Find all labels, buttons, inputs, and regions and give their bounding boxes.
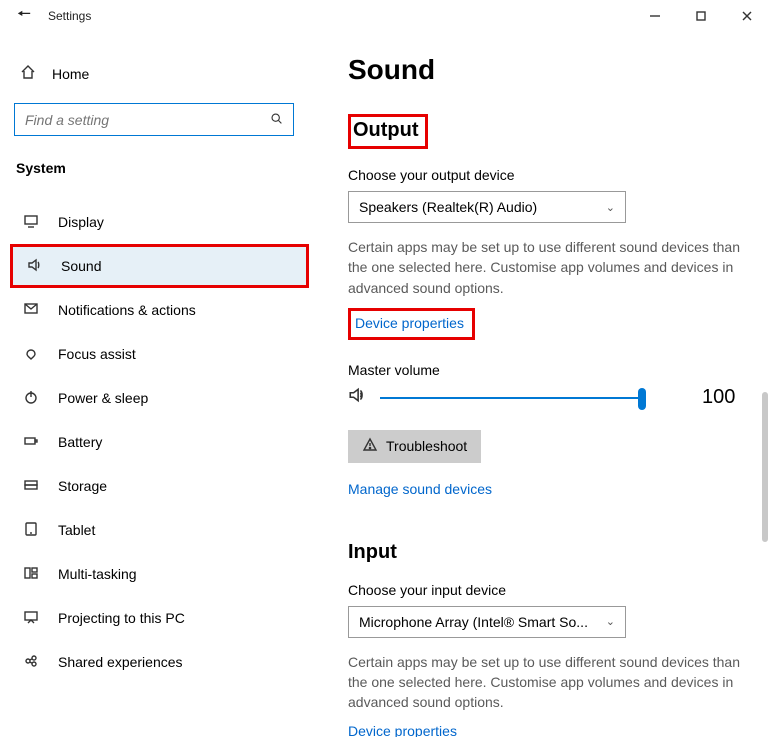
input-choose-label: Choose your input device [348, 582, 750, 598]
sidebar-item-label: Tablet [58, 522, 95, 538]
search-icon [270, 112, 283, 128]
manage-sound-devices-link[interactable]: Manage sound devices [348, 481, 492, 497]
output-device-dropdown[interactable]: Speakers (Realtek(R) Audio) ⌄ [348, 191, 626, 223]
input-heading: Input [348, 541, 750, 564]
home-nav[interactable]: Home [14, 58, 320, 103]
home-label: Home [52, 66, 89, 82]
input-device-dropdown[interactable]: Microphone Array (Intel® Smart So... ⌄ [348, 606, 626, 638]
sidebar-item-label: Sound [61, 258, 101, 274]
scrollbar-thumb[interactable] [762, 392, 768, 542]
sidebar-item-notifications[interactable]: Notifications & actions [14, 288, 308, 332]
back-button[interactable]: 🠔 [0, 3, 48, 30]
sidebar-item-label: Notifications & actions [58, 302, 196, 318]
minimize-button[interactable] [632, 0, 678, 32]
power-icon [22, 389, 40, 408]
output-heading: Output [353, 119, 419, 142]
sidebar-item-label: Storage [58, 478, 107, 494]
sidebar-item-tablet[interactable]: Tablet [14, 508, 308, 552]
maximize-icon [693, 8, 709, 24]
battery-icon [22, 433, 40, 452]
page-title: Sound [348, 54, 750, 86]
troubleshoot-button[interactable]: Troubleshoot [348, 430, 481, 463]
sidebar-item-label: Focus assist [58, 346, 136, 362]
home-icon [20, 64, 36, 83]
sidebar-item-label: Power & sleep [58, 390, 148, 406]
close-button[interactable] [724, 0, 770, 32]
sidebar-item-label: Multi-tasking [58, 566, 137, 582]
projecting-icon [22, 609, 40, 628]
search-input[interactable] [25, 112, 270, 128]
sidebar-item-battery[interactable]: Battery [14, 420, 308, 464]
volume-icon[interactable] [348, 386, 366, 409]
minimize-icon [647, 8, 663, 24]
output-device-selected: Speakers (Realtek(R) Audio) [359, 199, 537, 215]
sidebar-item-label: Shared experiences [58, 654, 183, 670]
sidebar-item-shared-experiences[interactable]: Shared experiences [14, 640, 308, 684]
master-volume-label: Master volume [348, 362, 750, 378]
master-volume-slider[interactable] [380, 386, 642, 410]
sidebar-item-projecting[interactable]: Projecting to this PC [14, 596, 308, 640]
display-icon [22, 213, 40, 232]
sidebar-item-storage[interactable]: Storage [14, 464, 308, 508]
sidebar-item-label: Battery [58, 434, 102, 450]
category-header: System [16, 160, 320, 176]
multitasking-icon [22, 565, 40, 584]
shared-icon [22, 653, 40, 672]
window-title: Settings [48, 9, 91, 23]
maximize-button[interactable] [678, 0, 724, 32]
master-volume-value: 100 [702, 386, 735, 409]
close-icon [739, 8, 755, 24]
warning-icon [362, 437, 378, 456]
sidebar-item-label: Projecting to this PC [58, 610, 185, 626]
main-content: Sound Output Choose your output device S… [320, 32, 770, 737]
sidebar-item-display[interactable]: Display [14, 200, 308, 244]
input-description: Certain apps may be set up to use differ… [348, 652, 750, 713]
notifications-icon [22, 301, 40, 320]
storage-icon [22, 477, 40, 496]
sidebar-item-multitasking[interactable]: Multi-tasking [14, 552, 308, 596]
output-description: Certain apps may be set up to use differ… [348, 237, 750, 298]
input-device-selected: Microphone Array (Intel® Smart So... [359, 614, 588, 630]
sidebar-item-power-sleep[interactable]: Power & sleep [14, 376, 308, 420]
chevron-down-icon: ⌄ [606, 201, 615, 214]
troubleshoot-label: Troubleshoot [386, 438, 467, 454]
tablet-icon [22, 521, 40, 540]
sidebar-item-label: Display [58, 214, 104, 230]
chevron-down-icon: ⌄ [606, 615, 615, 628]
input-device-properties-link[interactable]: Device properties [348, 723, 457, 737]
sidebar: Home System Display Sound Notifications … [0, 32, 320, 737]
sound-icon [25, 257, 43, 276]
output-device-properties-link[interactable]: Device properties [355, 315, 464, 331]
sidebar-item-sound[interactable]: Sound [10, 244, 309, 288]
search-box[interactable] [14, 103, 294, 136]
focus-assist-icon [22, 345, 40, 364]
output-choose-label: Choose your output device [348, 167, 750, 183]
sidebar-item-focus-assist[interactable]: Focus assist [14, 332, 308, 376]
